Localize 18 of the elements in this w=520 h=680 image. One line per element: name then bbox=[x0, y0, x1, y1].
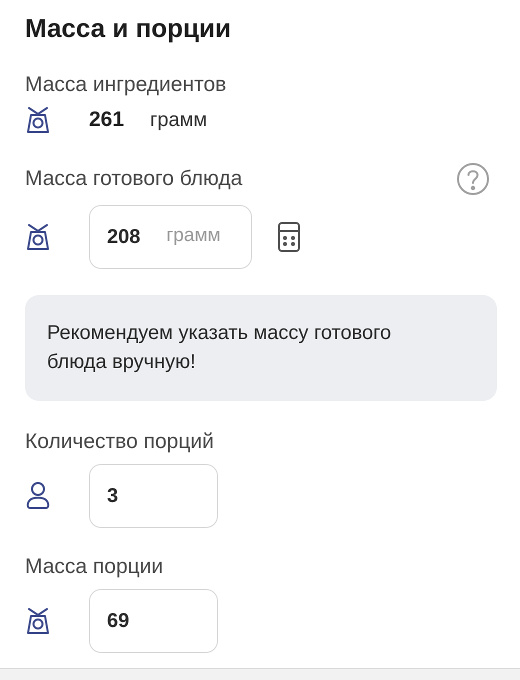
scale-icon bbox=[25, 106, 51, 134]
person-icon bbox=[25, 480, 51, 510]
help-icon[interactable] bbox=[456, 162, 490, 196]
input-field[interactable]: 3 bbox=[89, 464, 218, 528]
scale-icon bbox=[25, 606, 51, 634]
field-label: Масса ингредиентов bbox=[25, 72, 228, 98]
calculator-icon[interactable] bbox=[278, 222, 300, 252]
field-label: Масса готового блюда bbox=[25, 166, 242, 192]
input-field[interactable]: 69 bbox=[89, 588, 218, 652]
unit-label: грамм bbox=[150, 108, 208, 133]
scale-icon bbox=[25, 222, 51, 250]
field-label: Масса порции bbox=[25, 554, 164, 580]
recommendation-note: Рекомендуем указать массу готового блюда вручную! bbox=[25, 294, 497, 400]
section-title: Масса и порции bbox=[25, 12, 232, 44]
field-label: Количество порций bbox=[25, 428, 214, 454]
unit-label: грамм bbox=[166, 224, 221, 248]
input-field[interactable]: 208 грамм bbox=[89, 204, 252, 268]
ingredients-mass-value: 261 bbox=[89, 107, 124, 133]
